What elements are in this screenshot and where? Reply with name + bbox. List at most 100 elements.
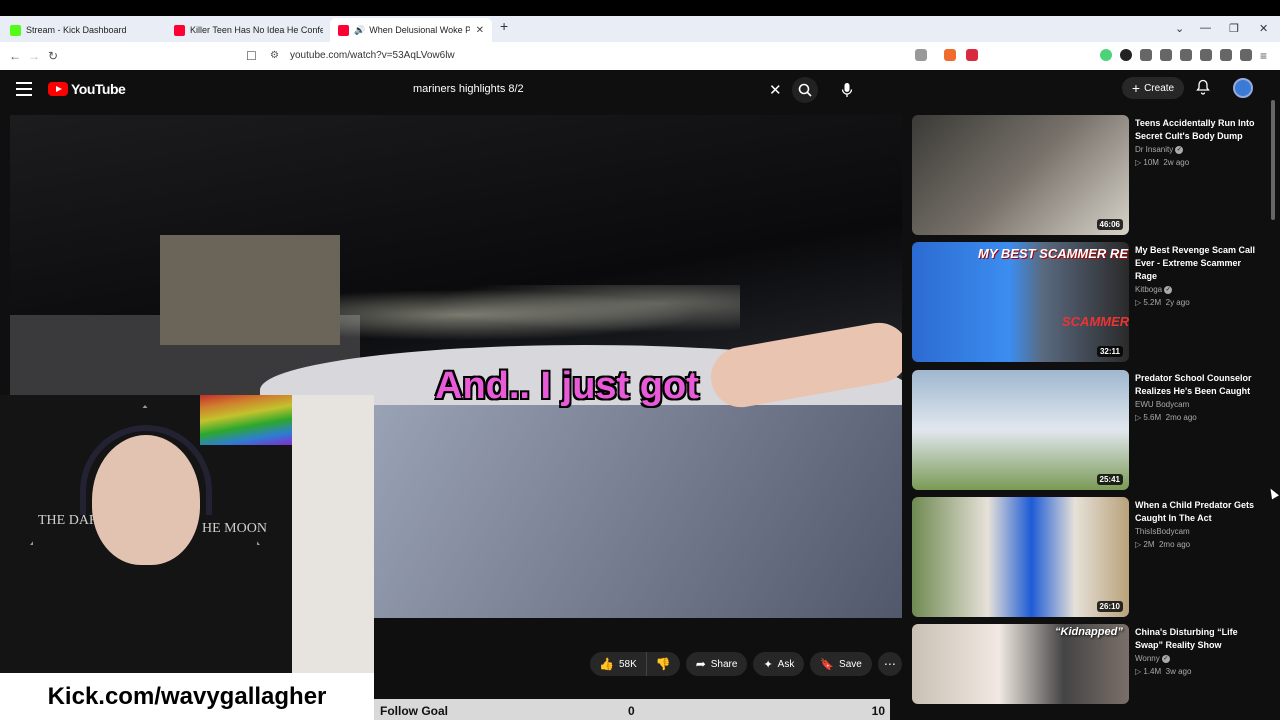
share-button[interactable]: ➦ Share — [685, 652, 748, 676]
rec-thumbnail[interactable]: 25:41 — [912, 370, 1129, 490]
extensions-puzzle-icon[interactable] — [1140, 49, 1152, 61]
tab-active-video[interactable]: 🔊 When Delusional Woke Peopl ✕ — [330, 18, 492, 42]
verified-icon: ✓ — [1164, 285, 1173, 294]
kick-favicon-icon — [10, 24, 21, 36]
like-button[interactable]: 👍 58K — [590, 652, 647, 676]
rec-meta: ▷ 10M 2w ago — [1135, 158, 1190, 167]
extension-dark-icon[interactable] — [1120, 49, 1132, 61]
rec-title[interactable]: China's Disturbing “Life Swap” Reality S… — [1135, 626, 1263, 652]
search-button[interactable] — [792, 77, 818, 103]
cast-icon[interactable] — [915, 49, 927, 61]
speaker-icon: 🔊 — [354, 24, 366, 35]
extension-green-icon[interactable] — [1100, 49, 1112, 61]
sidebar-icon[interactable] — [1180, 49, 1192, 61]
rec-title[interactable]: When a Child Predator Gets Caught In The… — [1135, 499, 1263, 525]
more-actions-icon[interactable]: ⋯ — [877, 652, 902, 676]
rec-channel[interactable]: Kitboga ✓ — [1135, 285, 1173, 294]
media-icon[interactable] — [1160, 49, 1172, 61]
youtube-header: YouTube mariners highlights 8/2 ✕ + Crea… — [0, 70, 1280, 110]
video-frame-lights — [340, 285, 740, 345]
new-tab-button[interactable]: + — [500, 18, 508, 34]
rec-title[interactable]: My Best Revenge Scam Call Ever - Extreme… — [1135, 244, 1263, 283]
browser-tab-bar: Stream - Kick Dashboard Killer Teen Has … — [0, 16, 1280, 42]
tab-title: When Delusional Woke Peopl — [369, 25, 470, 35]
tab-killer-teen[interactable]: Killer Teen Has No Idea He Confesse — [166, 18, 331, 42]
vpn-icon[interactable] — [1240, 49, 1252, 61]
browser-menu-icon[interactable]: ≡ — [1260, 49, 1267, 63]
plus-icon: + — [1131, 80, 1141, 96]
verified-icon: ✓ — [1161, 654, 1170, 663]
search-input[interactable]: mariners highlights 8/2 ✕ — [402, 77, 792, 103]
leo-icon[interactable] — [1220, 49, 1232, 61]
rec-duration: 46:06 — [1096, 219, 1123, 230]
brave-rewards-icon[interactable] — [966, 49, 978, 61]
rec-item[interactable]: 26:10 When a Child Predator Gets Caught … — [912, 497, 1267, 617]
rec-thumbnail-text: SCAMMER — [1062, 314, 1129, 329]
reload-icon[interactable]: ↻ — [48, 49, 58, 63]
bookmark-save-icon: 🔖 — [820, 658, 835, 671]
sparkle-icon: ✦ — [763, 658, 773, 671]
rec-duration: 32:11 — [1096, 346, 1123, 357]
rec-duration: 25:41 — [1096, 474, 1123, 485]
youtube-play-icon — [48, 82, 68, 96]
rec-thumbnail-text: “Kidnapped” — [1055, 626, 1123, 638]
brave-shield-icon[interactable] — [944, 49, 956, 61]
shirt-text-right: HE MOON — [202, 521, 267, 536]
site-info-icon[interactable]: ⚙ — [270, 50, 279, 61]
rec-thumbnail[interactable]: “Kidnapped” — [912, 624, 1129, 704]
rec-meta: ▷ 2M 2mo ago — [1135, 540, 1191, 549]
bookmark-icon[interactable]: ☐ — [246, 49, 257, 63]
youtube-logo[interactable]: YouTube — [48, 81, 126, 97]
rec-title[interactable]: Predator School Counselor Realizes He's … — [1135, 372, 1263, 398]
webcam-rainbow-graphic — [200, 395, 292, 445]
microphone-icon — [841, 83, 853, 97]
address-bar: ← → ↻ ☐ ⚙ youtube.com/watch?v=53AqLVow6l… — [0, 42, 1280, 70]
rec-item[interactable]: “Kidnapped” China's Disturbing “Life Swa… — [912, 624, 1267, 704]
rec-duration: 26:10 — [1096, 601, 1123, 612]
back-icon[interactable]: ← — [9, 49, 21, 63]
rec-channel[interactable]: Wonny ✓ — [1135, 654, 1170, 663]
notifications-button[interactable] — [1196, 79, 1210, 100]
thumbs-down-icon: 👎 — [655, 657, 671, 671]
page-scrollbar[interactable] — [1270, 80, 1276, 710]
rec-channel[interactable]: EWU Bodycam — [1135, 400, 1189, 409]
minimize-icon[interactable]: — — [1200, 22, 1211, 34]
like-dislike-group: 👍 58K 👎 — [590, 652, 680, 676]
wallet-icon[interactable] — [1200, 49, 1212, 61]
thumbs-up-icon: 👍 — [599, 657, 614, 671]
rec-thumbnail[interactable]: 26:10 — [912, 497, 1129, 617]
os-top-strip — [0, 0, 1280, 16]
hamburger-menu-icon[interactable] — [16, 82, 32, 96]
account-avatar[interactable] — [1233, 78, 1253, 98]
rec-thumbnail[interactable]: MY BEST SCAMMER REVENGE SCAMMER 32:11 — [912, 242, 1129, 362]
rec-channel[interactable]: ThisIsBodycam — [1135, 527, 1190, 536]
save-button[interactable]: 🔖 Save — [810, 652, 872, 676]
dislike-button[interactable]: 👎 — [647, 652, 680, 676]
close-window-icon[interactable]: ✕ — [1259, 22, 1268, 35]
create-button[interactable]: + Create — [1122, 77, 1184, 99]
rec-item[interactable]: MY BEST SCAMMER REVENGE SCAMMER 32:11 My… — [912, 242, 1267, 362]
kick-url-text: Kick.com/wavygallagher — [47, 682, 327, 710]
voice-search-button[interactable] — [834, 77, 860, 103]
url-input[interactable]: youtube.com/watch?v=53AqLVow6lw — [290, 50, 455, 61]
rec-meta: ▷ 5.6M 2mo ago — [1135, 413, 1197, 422]
rec-item[interactable]: 25:41 Predator School Counselor Realizes… — [912, 370, 1267, 490]
ask-button[interactable]: ✦ Ask — [753, 652, 805, 676]
clear-search-icon[interactable]: ✕ — [769, 81, 782, 99]
rec-item[interactable]: 46:06 Teens Accidentally Run Into Secret… — [912, 115, 1267, 235]
close-tab-icon[interactable]: ✕ — [476, 25, 484, 36]
video-frame-building — [160, 235, 340, 345]
rec-channel[interactable]: Dr Insanity ✓ — [1135, 145, 1184, 154]
scrollbar-thumb[interactable] — [1271, 100, 1275, 220]
rec-title[interactable]: Teens Accidentally Run Into Secret Cult'… — [1135, 117, 1263, 143]
tab-kick-dashboard[interactable]: Stream - Kick Dashboard — [2, 18, 167, 42]
verified-icon: ✓ — [1175, 145, 1184, 154]
forward-icon[interactable]: → — [28, 49, 40, 63]
follow-goal-current: 0 — [628, 704, 635, 718]
youtube-favicon-icon — [338, 24, 349, 36]
maximize-icon[interactable]: ❐ — [1229, 22, 1239, 35]
share-icon: ➦ — [695, 657, 706, 671]
tab-search-chevron-icon[interactable]: ⌄ — [1175, 22, 1184, 35]
rec-thumbnail[interactable]: 46:06 — [912, 115, 1129, 235]
tab-title: Killer Teen Has No Idea He Confesse — [190, 25, 323, 35]
